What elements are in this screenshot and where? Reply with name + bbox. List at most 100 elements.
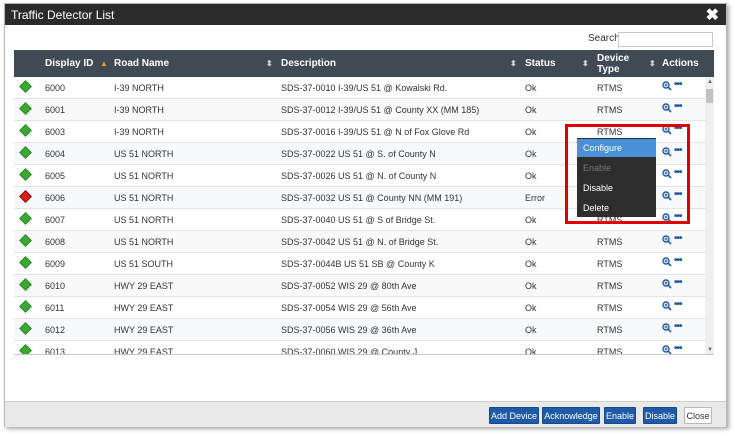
column-header-road-name[interactable]: Road Name: [114, 50, 169, 77]
cell-display-id: 6008: [45, 237, 66, 247]
cell-status: Error: [525, 193, 545, 203]
green-diamond-icon: [19, 344, 32, 354]
cell-road-name: US 51 NORTH: [114, 193, 174, 203]
table-row[interactable]: 6009 US 51 SOUTH SDS-37-0044B US 51 SB @ C…: [14, 253, 705, 275]
cell-status: Ok: [525, 325, 537, 335]
cell-display-id: 6012: [45, 325, 66, 335]
cell-description: SDS-37-0022 US 51 @ S. of County N: [281, 149, 436, 159]
cell-description: SDS-37-0054 WIS 29 @ 56th Ave: [281, 303, 417, 313]
close-icon[interactable]: ✖: [706, 5, 719, 25]
table-row[interactable]: 6012 HWY 29 EAST SDS-37-0056 WIS 29 @ 36th…: [14, 319, 705, 341]
column-header-display-id[interactable]: Display ID: [45, 50, 93, 77]
table-row[interactable]: 6013 HWY 29 EAST SDS-37-0060 WIS 29 @ Coun…: [14, 341, 705, 355]
table-row[interactable]: 6001 I-39 NORTH SDS-37-0012 I-39/US 51 @ C…: [14, 99, 705, 121]
cell-display-id: 6007: [45, 215, 66, 225]
ellipsis-icon[interactable]: •••: [674, 343, 682, 354]
ellipsis-icon[interactable]: •••: [674, 299, 682, 310]
column-header-status[interactable]: Status: [525, 50, 556, 77]
cell-description: SDS-37-0012 I-39/US 51 @ County XX (MM 1…: [281, 105, 480, 115]
title-bar: Traffic Detector List ✖: [5, 4, 726, 25]
cell-road-name: I-39 NORTH: [114, 105, 164, 115]
cell-status: Ok: [525, 149, 537, 159]
sort-icon[interactable]: ⬍: [582, 59, 589, 68]
cell-device-type: RTMS: [597, 259, 623, 269]
footer-toolbar: Add Device Acknowledge Enable Disable Cl…: [5, 401, 726, 427]
traffic-detector-list-window: Traffic Detector List ✖ Search: Display …: [4, 3, 727, 427]
sort-icon[interactable]: ⬍: [266, 59, 273, 68]
ellipsis-icon[interactable]: •••: [674, 101, 682, 112]
close-button[interactable]: Close: [684, 407, 712, 424]
cell-status: Ok: [525, 281, 537, 291]
cell-status: Ok: [525, 303, 537, 313]
cell-display-id: 6000: [45, 83, 66, 93]
ellipsis-icon[interactable]: •••: [674, 277, 682, 288]
vertical-scrollbar[interactable]: ▲ ▼: [705, 77, 714, 354]
cell-road-name: I-39 NORTH: [114, 83, 164, 93]
green-diamond-icon: [19, 322, 32, 335]
magnifier-plus-icon[interactable]: [662, 279, 672, 289]
magnifier-plus-icon[interactable]: [662, 323, 672, 333]
cell-road-name: HWY 29 EAST: [114, 303, 174, 313]
red-diamond-icon: [19, 190, 32, 203]
magnifier-plus-icon[interactable]: [662, 103, 672, 113]
disable-button[interactable]: Disable: [643, 407, 677, 424]
cell-status: Ok: [525, 171, 537, 181]
cell-device-type: RTMS: [597, 237, 623, 247]
cell-road-name: US 51 SOUTH: [114, 259, 174, 269]
enable-button[interactable]: Enable: [604, 407, 636, 424]
cell-road-name: US 51 NORTH: [114, 171, 174, 181]
cell-display-id: 6001: [45, 105, 66, 115]
table-row[interactable]: 6000 I-39 NORTH SDS-37-0010 I-39/US 51 @ K…: [14, 77, 705, 99]
cell-description: SDS-37-0052 WIS 29 @ 80th Ave: [281, 281, 417, 291]
ellipsis-icon[interactable]: •••: [674, 79, 682, 90]
cell-road-name: US 51 NORTH: [114, 149, 174, 159]
magnifier-plus-icon[interactable]: [662, 301, 672, 311]
cell-description: SDS-37-0040 US 51 @ S of Bridge St.: [281, 215, 436, 225]
cell-description: SDS-37-0056 WIS 29 @ 36th Ave: [281, 325, 417, 335]
green-diamond-icon: [19, 256, 32, 269]
column-header-description[interactable]: Description: [281, 50, 336, 77]
green-diamond-icon: [19, 300, 32, 313]
cell-status: Ok: [525, 347, 537, 355]
sort-icon[interactable]: ⬍: [510, 59, 517, 68]
scroll-up-icon[interactable]: ▲: [707, 79, 713, 85]
green-diamond-icon: [19, 168, 32, 181]
magnifier-plus-icon[interactable]: [662, 257, 672, 267]
cell-display-id: 6013: [45, 347, 66, 355]
cell-road-name: HWY 29 EAST: [114, 281, 174, 291]
acknowledge-button[interactable]: Acknowledge: [542, 407, 600, 424]
cell-status: Ok: [525, 215, 537, 225]
table-row[interactable]: 6011 HWY 29 EAST SDS-37-0054 WIS 29 @ 56th…: [14, 297, 705, 319]
cell-description: SDS-37-0016 I-39/US 51 @ N of Fox Glove …: [281, 127, 470, 137]
cell-device-type: RTMS: [597, 281, 623, 291]
search-input[interactable]: [618, 32, 713, 47]
magnifier-plus-icon[interactable]: [662, 81, 672, 91]
cell-road-name: US 51 NORTH: [114, 215, 174, 225]
ellipsis-icon[interactable]: •••: [674, 255, 682, 266]
scroll-down-icon[interactable]: ▼: [707, 347, 713, 353]
ellipsis-icon[interactable]: •••: [674, 321, 682, 332]
scrollbar-thumb[interactable]: [706, 89, 713, 103]
column-header-device-type[interactable]: Device Type: [597, 50, 637, 77]
cell-status: Ok: [525, 83, 537, 93]
cell-description: SDS-37-0026 US 51 @ N. of County N: [281, 171, 437, 181]
green-diamond-icon: [19, 234, 32, 247]
cell-status: Ok: [525, 259, 537, 269]
green-diamond-icon: [19, 146, 32, 159]
cell-description: SDS-37-0042 US 51 @ N. of Bridge St.: [281, 237, 439, 247]
sort-icon[interactable]: ⬍: [649, 59, 656, 68]
column-header-actions: Actions: [662, 58, 699, 69]
magnifier-plus-icon[interactable]: [662, 345, 672, 355]
add-device-button[interactable]: Add Device: [489, 407, 539, 424]
green-diamond-icon: [19, 212, 32, 225]
table-row[interactable]: 6010 HWY 29 EAST SDS-37-0052 WIS 29 @ 80th…: [14, 275, 705, 297]
table-row[interactable]: 6008 US 51 NORTH SDS-37-0042 US 51 @ N. of…: [14, 231, 705, 253]
green-diamond-icon: [19, 124, 32, 137]
cell-display-id: 6006: [45, 193, 66, 203]
magnifier-plus-icon[interactable]: [662, 235, 672, 245]
cell-device-type: RTMS: [597, 303, 623, 313]
window-title: Traffic Detector List: [11, 8, 115, 22]
sort-asc-icon[interactable]: ▲: [100, 59, 108, 68]
cell-status: Ok: [525, 105, 537, 115]
ellipsis-icon[interactable]: •••: [674, 233, 682, 244]
